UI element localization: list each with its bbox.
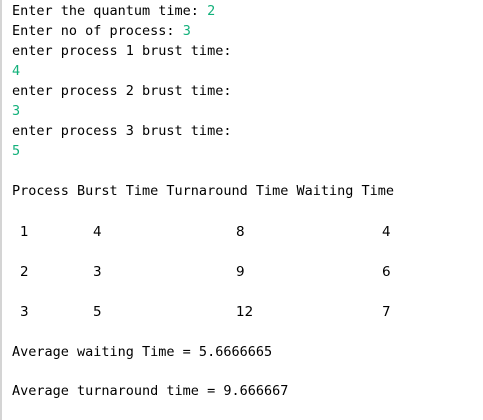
waiting-cell: 4 bbox=[382, 224, 391, 240]
process-3-input-value: 5 bbox=[12, 143, 21, 159]
console-output[interactable]: Enter the quantum time: 2 Enter no of pr… bbox=[0, 0, 483, 420]
quantum-input-value: 2 bbox=[207, 3, 216, 19]
process-1-prompt: enter process 1 brust time: bbox=[12, 43, 232, 59]
process-count-input-value: 3 bbox=[182, 23, 191, 39]
process-2-prompt: enter process 2 brust time: bbox=[12, 83, 232, 99]
process-2-input-value: 3 bbox=[12, 103, 21, 119]
waiting-cell: 6 bbox=[382, 264, 391, 280]
average-turnaround-time: Average turnaround time = 9.666667 bbox=[12, 383, 289, 399]
process-cell: 1 bbox=[20, 224, 29, 240]
waiting-cell: 7 bbox=[382, 304, 391, 320]
process-cell: 3 bbox=[20, 304, 29, 320]
process-cell: 2 bbox=[20, 264, 29, 280]
burst-cell: 4 bbox=[93, 224, 102, 240]
turnaround-cell: 8 bbox=[236, 224, 245, 240]
burst-cell: 3 bbox=[93, 264, 102, 280]
average-waiting-time: Average waiting Time = 5.6666665 bbox=[12, 344, 273, 360]
process-count-prompt-line: Enter no of process: 3 bbox=[12, 21, 191, 41]
process-1-input-value: 4 bbox=[12, 63, 21, 79]
process-count-prompt: Enter no of process: bbox=[12, 23, 183, 39]
turnaround-cell: 9 bbox=[236, 264, 245, 280]
table-header: Process Burst Time Turnaround Time Waiti… bbox=[12, 183, 395, 199]
quantum-prompt-line: Enter the quantum time: 2 bbox=[12, 1, 215, 21]
quantum-prompt: Enter the quantum time: bbox=[12, 3, 208, 19]
burst-cell: 5 bbox=[93, 304, 102, 320]
process-3-prompt: enter process 3 brust time: bbox=[12, 123, 232, 139]
turnaround-cell: 12 bbox=[236, 304, 254, 320]
